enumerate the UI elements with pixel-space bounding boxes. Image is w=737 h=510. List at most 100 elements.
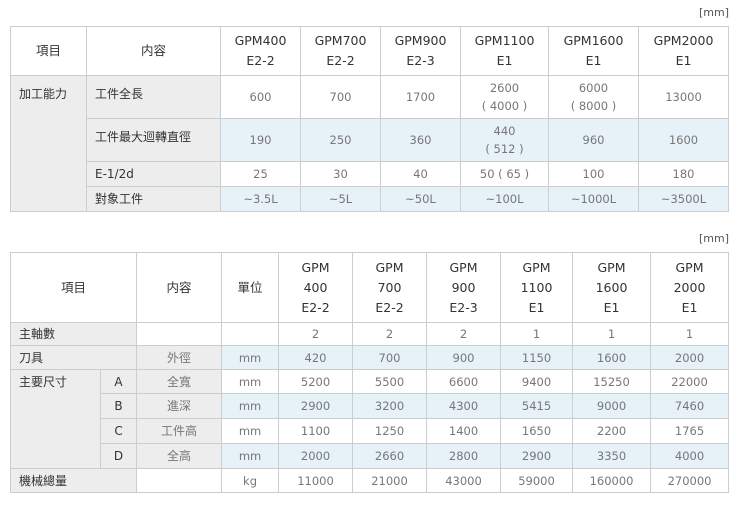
row-label: 機械總量 [9,468,138,493]
model-number: 400 [303,279,328,295]
value-cell: 2660 [352,443,428,469]
table-row: 加工能力 工件全長 600 700 1700 2600 ( 4000 ) 6000… [10,75,729,212]
dimension-key: B [99,393,138,419]
value-cell: ~3.5L [220,186,301,212]
model-variant: E2-3 [406,53,435,68]
value-cell: 1150 [500,345,574,370]
header-model: GPM900E2-3 [426,252,502,323]
group-label: 加工能力 [10,75,87,212]
header-model: GPM2000 E1 [638,26,729,76]
model-variant: E2-2 [301,299,330,315]
table-row: D 全高 mm 2000 2660 2800 2900 3350 4000 [11,443,730,469]
unit-cell: kg [221,468,280,493]
model-prefix: GPM [449,259,478,275]
value-cell: 11000 [278,468,354,493]
value-cell: ~100L [460,186,549,212]
value-cell: 9400 [500,369,574,394]
value-cell: 190 [220,118,301,162]
value-cell: 4300 [426,393,502,419]
value-cell: 360 [380,118,461,162]
value-cell: 50 ( 65 ) [460,161,549,187]
dimension-key: C [99,418,138,444]
value-cell: 2 [352,322,428,346]
value-cell: 2000 [278,443,354,469]
model-name: GPM400 [234,33,287,48]
value-cell: 250 [300,118,381,162]
model-number: 700 [377,279,402,295]
model-number: 1600 [595,279,628,295]
unit-cell: mm [221,345,280,370]
header-model: GPM700 E2-2 [300,26,381,76]
row-label: 主軸數 [9,322,138,346]
value-cell: 1 [650,322,730,346]
value-cell: 180 [638,161,729,187]
value-cell: 420 [278,345,354,370]
header-model: GPM1600E1 [572,252,652,323]
table-row: 機械總量 kg 11000 21000 43000 59000 160000 2… [9,468,730,493]
unit-label-2: [mm] [698,232,729,245]
value-cell: 160000 [572,468,652,493]
content-cell: 工件高 [136,418,223,444]
value-cell: 2200 [572,418,652,444]
model-name: GPM2000 [653,33,714,48]
value-cell: 2900 [500,443,574,469]
model-variant: E1 [675,53,692,68]
content-cell: 全寬 [136,369,223,394]
model-name: GPM700 [314,33,367,48]
value-cell: 43000 [426,468,502,493]
value-cell: 2800 [426,443,502,469]
table-row: 主要尺寸 A 全寬 mm 5200 5500 6600 9400 15250 2… [10,369,730,469]
value-main: 2600 [489,81,520,95]
model-variant: E1 [585,53,602,68]
value-cell: 1400 [426,418,502,444]
value-sub: ( 8000 ) [570,99,617,113]
empty-cell [136,468,223,493]
table2-header-row: 項目 内容 單位 GPM 400 E2-2 GPM 700 E2-2 GPM 900 E2-… [9,252,730,323]
value-cell: 13000 [638,75,729,119]
table-row: 刀具 外徑 mm 420 700 900 1150 1600 2000 [9,345,730,370]
unit-cell: mm [221,369,280,394]
value-cell: 22000 [650,369,730,394]
model-variant: E2-2 [375,299,404,315]
value-cell: 30 [300,161,381,187]
value-cell: 2 [278,322,354,346]
specifications-table: 項目 内容 單位 GPM 400 E2-2 GPM 700 E2-2 GPM 900 E2-… [9,252,730,493]
model-variant: E1 [496,53,513,68]
empty-cell [221,322,280,346]
value-cell: 700 [300,75,381,119]
value-main: 6000 [578,81,609,95]
model-prefix: GPM [375,259,404,275]
value-cell: 15250 [572,369,652,394]
table1-header-row: 項目 内容 GPM400 E2-2 GPM700 E2-2 GPM900 E2-3 G… [10,26,729,76]
value-main: 440 [493,124,516,138]
value-cell: 1600 [638,118,729,162]
value-cell: 1 [572,322,652,346]
value-cell: 700 [352,345,428,370]
value-cell: 4000 [650,443,730,469]
value-cell: 1650 [500,418,574,444]
value-cell: ~50L [380,186,461,212]
value-cell: 2900 [278,393,354,419]
value-cell: 6000 ( 8000 ) [548,75,639,119]
value-cell: 1700 [380,75,461,119]
group-label: 主要尺寸 [10,369,101,469]
value-cell: 9000 [572,393,652,419]
header-model: GPM1600 E1 [548,26,639,76]
model-prefix: GPM [522,259,551,275]
model-number: 2000 [673,279,706,295]
unit-cell: mm [221,418,280,444]
model-variant: E1 [528,299,545,315]
value-cell: 1765 [650,418,730,444]
value-cell: 6600 [426,369,502,394]
value-cell: 1 [500,322,574,346]
value-cell: ~5L [300,186,381,212]
value-sub: ( 4000 ) [481,99,528,113]
value-cell: 960 [548,118,639,162]
unit-cell: mm [221,393,280,419]
value-cell: 40 [380,161,461,187]
row-label: 刀具 [9,345,138,370]
model-name: GPM1600 [563,33,624,48]
header-model: GPM900E2-3 [380,26,461,76]
model-variant: E2-2 [246,53,275,68]
row-label: 工件最大迴轉直徑 [86,118,221,162]
